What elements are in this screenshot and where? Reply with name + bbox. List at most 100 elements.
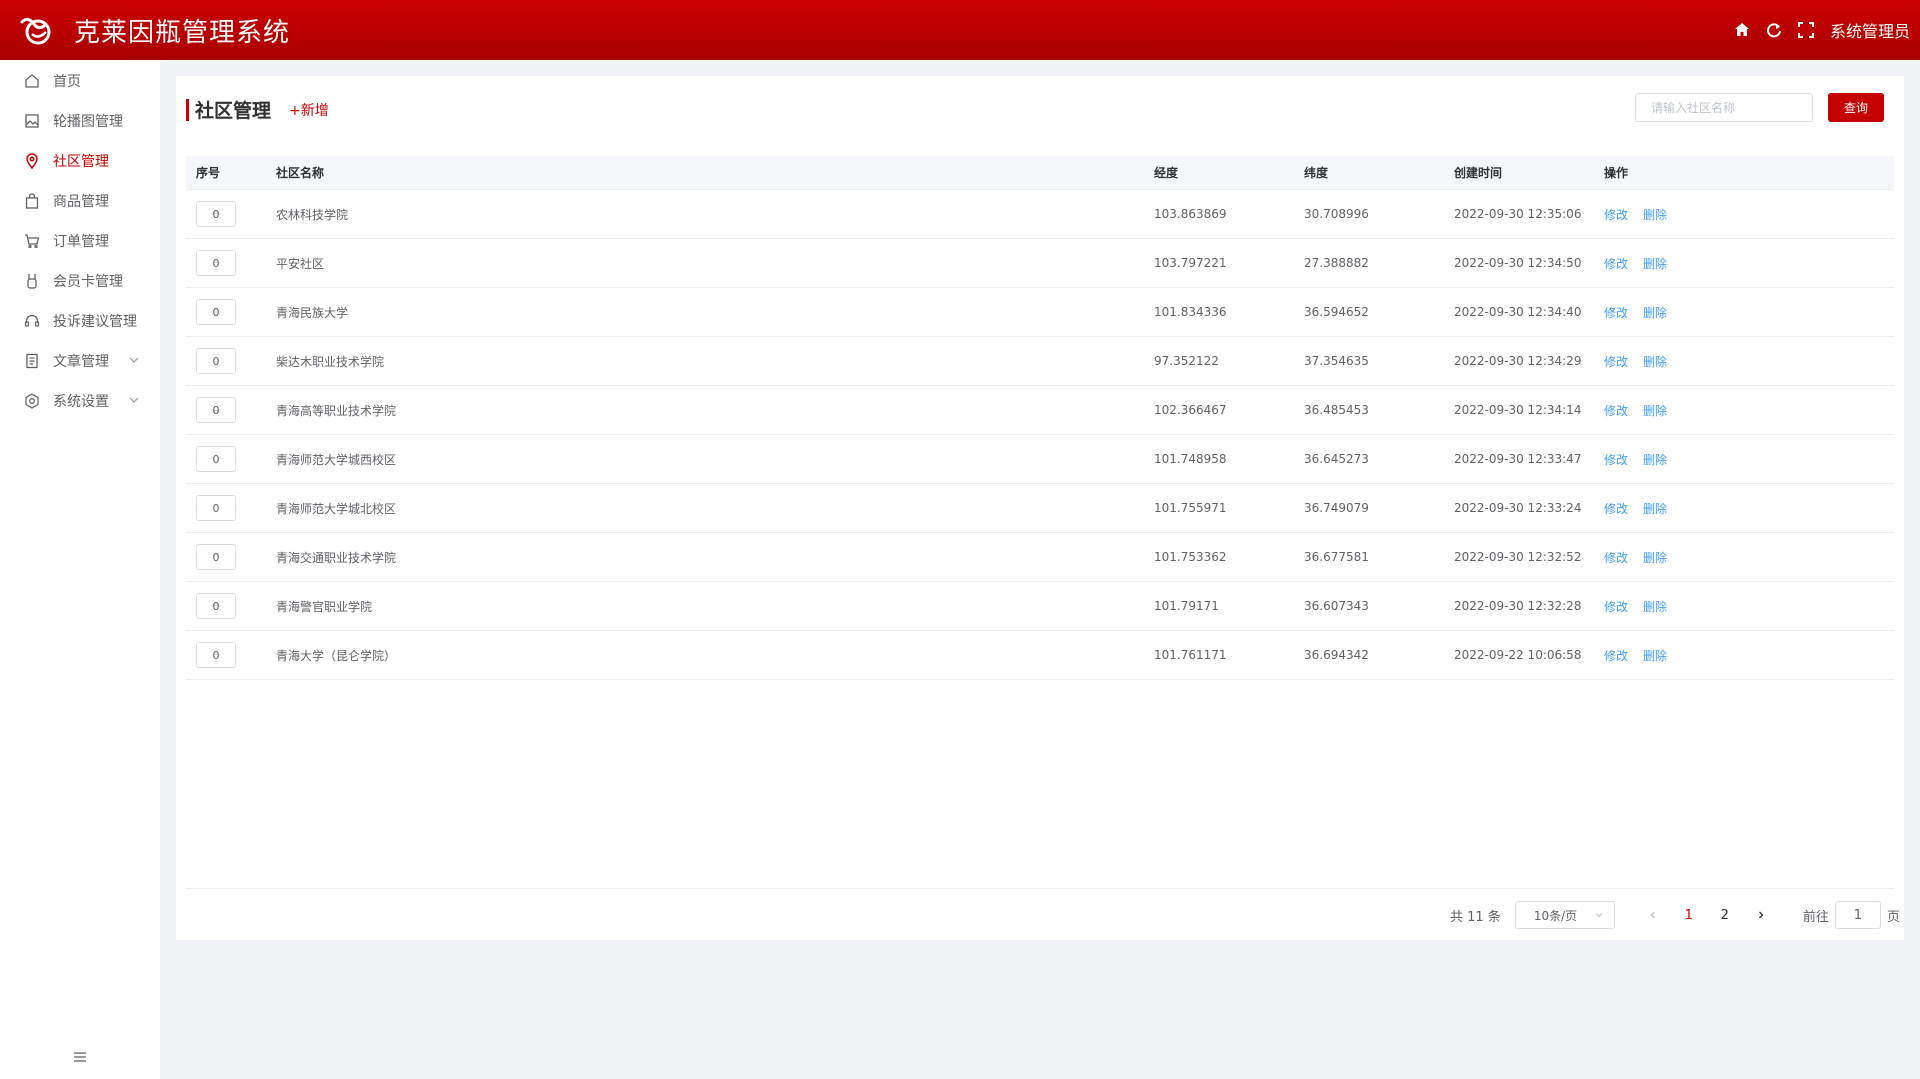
header-tools: 系统管理员 [1732, 0, 1910, 60]
longitude: 101.79171 [1154, 599, 1219, 613]
sidebar-item-articles[interactable]: 文章管理 [0, 341, 160, 381]
sidebar-item-community[interactable]: 社区管理 [0, 141, 160, 181]
delete-link[interactable]: 删除 [1643, 500, 1667, 517]
sidebar-item-orders[interactable]: 订单管理 [0, 221, 160, 261]
order-input[interactable] [196, 642, 236, 668]
sidebar-item-carousel[interactable]: 轮播图管理 [0, 101, 160, 141]
created-time: 2022-09-30 12:34:14 [1454, 403, 1582, 417]
location-icon [24, 153, 40, 169]
delete-link[interactable]: 删除 [1643, 353, 1667, 370]
page-number[interactable]: 2 [1707, 901, 1743, 929]
longitude: 103.797221 [1154, 256, 1227, 270]
table-row: 青海大学（昆仑学院） 101.761171 36.694342 2022-09-22 … [186, 631, 1894, 680]
community-name: 青海师范大学城西校区 [276, 452, 397, 467]
page-number[interactable]: 1 [1671, 901, 1707, 929]
table-row: 青海交通职业技术学院 101.753362 36.677581 2022-09-30 … [186, 533, 1894, 582]
latitude: 36.645273 [1304, 452, 1369, 466]
page-title: 社区管理 [195, 100, 272, 122]
column-header: 操作 [1604, 166, 1629, 180]
add-button[interactable]: +新增 [289, 100, 329, 120]
order-cell [186, 348, 266, 374]
order-input[interactable] [196, 593, 236, 619]
sidebar-item-home[interactable]: 首页 [0, 61, 160, 101]
order-cell [186, 446, 266, 472]
user-name[interactable]: 系统管理员 [1830, 18, 1910, 42]
refresh-icon[interactable] [1764, 20, 1784, 40]
edit-link[interactable]: 修改 [1604, 255, 1628, 272]
page-suffix: 页 [1886, 909, 1900, 925]
order-input[interactable] [196, 446, 236, 472]
row-actions: 修改 删除 [1594, 500, 1894, 517]
sidebar-item-label: 社区管理 [53, 154, 109, 170]
order-input[interactable] [196, 495, 236, 521]
delete-link[interactable]: 删除 [1643, 402, 1667, 419]
row-actions: 修改 删除 [1594, 206, 1894, 223]
order-input[interactable] [196, 299, 236, 325]
community-name: 青海师范大学城北校区 [276, 501, 397, 516]
delete-link[interactable]: 删除 [1643, 598, 1667, 615]
table-body: 农林科技学院 103.863869 30.708996 2022-09-30 12:3… [186, 190, 1894, 680]
community-name: 青海民族大学 [276, 305, 349, 320]
created-time: 2022-09-30 12:35:06 [1454, 207, 1582, 221]
prev-page-button[interactable] [1635, 901, 1671, 929]
delete-link[interactable]: 删除 [1643, 647, 1667, 664]
order-input[interactable] [196, 250, 236, 276]
created-time: 2022-09-30 12:34:40 [1454, 305, 1582, 319]
edit-link[interactable]: 修改 [1604, 353, 1628, 370]
row-actions: 修改 删除 [1594, 451, 1894, 468]
sidebar-item-label: 订单管理 [53, 234, 109, 250]
table-row: 青海高等职业技术学院 102.366467 36.485453 2022-09-30 … [186, 386, 1894, 435]
delete-link[interactable]: 删除 [1643, 206, 1667, 223]
goto-page-input[interactable] [1834, 901, 1881, 929]
sidebar-item-settings[interactable]: 系统设置 [0, 381, 160, 421]
search-input[interactable] [1635, 93, 1813, 122]
sidebar-item-label: 会员卡管理 [53, 274, 123, 290]
table-row: 农林科技学院 103.863869 30.708996 2022-09-30 12:3… [186, 190, 1894, 239]
order-input[interactable] [196, 544, 236, 570]
row-actions: 修改 删除 [1594, 304, 1894, 321]
home-icon[interactable] [1732, 20, 1752, 40]
community-name: 青海大学（昆仑学院） [276, 648, 397, 663]
sidebar-item-feedback[interactable]: 投诉建议管理 [0, 301, 160, 341]
longitude: 97.352122 [1154, 354, 1219, 368]
edit-link[interactable]: 修改 [1604, 500, 1628, 517]
row-actions: 修改 删除 [1594, 598, 1894, 615]
settings-icon [24, 393, 40, 409]
edit-link[interactable]: 修改 [1604, 206, 1628, 223]
delete-link[interactable]: 删除 [1643, 255, 1667, 272]
table-row: 青海民族大学 101.834336 36.594652 2022-09-30 12:3… [186, 288, 1894, 337]
delete-link[interactable]: 删除 [1643, 549, 1667, 566]
edit-link[interactable]: 修改 [1604, 549, 1628, 566]
edit-link[interactable]: 修改 [1604, 304, 1628, 321]
chevron-down-icon [1595, 913, 1603, 918]
next-page-button[interactable] [1743, 901, 1779, 929]
fullscreen-icon[interactable] [1796, 20, 1816, 40]
community-name: 农林科技学院 [276, 207, 349, 222]
sidebar-item-products[interactable]: 商品管理 [0, 181, 160, 221]
longitude: 101.753362 [1154, 550, 1227, 564]
menu-collapse-icon[interactable] [72, 1049, 88, 1065]
order-cell [186, 642, 266, 668]
order-input[interactable] [196, 397, 236, 423]
edit-link[interactable]: 修改 [1604, 451, 1628, 468]
chevron-left-icon [1650, 911, 1655, 919]
order-input[interactable] [196, 348, 236, 374]
page-size-select[interactable]: 10条/页 [1514, 901, 1615, 929]
edit-link[interactable]: 修改 [1604, 402, 1628, 419]
latitude: 36.677581 [1304, 550, 1369, 564]
sidebar-item-membership[interactable]: 会员卡管理 [0, 261, 160, 301]
column-header: 序号 [196, 166, 221, 180]
community-name: 平安社区 [276, 256, 325, 271]
edit-link[interactable]: 修改 [1604, 647, 1628, 664]
delete-link[interactable]: 删除 [1643, 451, 1667, 468]
column-header: 社区名称 [276, 166, 325, 180]
page-size-value: 10条/页 [1533, 908, 1578, 923]
search-button[interactable]: 查询 [1828, 93, 1884, 122]
delete-link[interactable]: 删除 [1643, 304, 1667, 321]
edit-link[interactable]: 修改 [1604, 598, 1628, 615]
sidebar-item-label: 文章管理 [53, 354, 109, 370]
latitude: 36.607343 [1304, 599, 1369, 613]
longitude: 101.761171 [1154, 648, 1227, 662]
total-count: 共 11 条 [1450, 909, 1501, 925]
order-input[interactable] [196, 201, 236, 227]
